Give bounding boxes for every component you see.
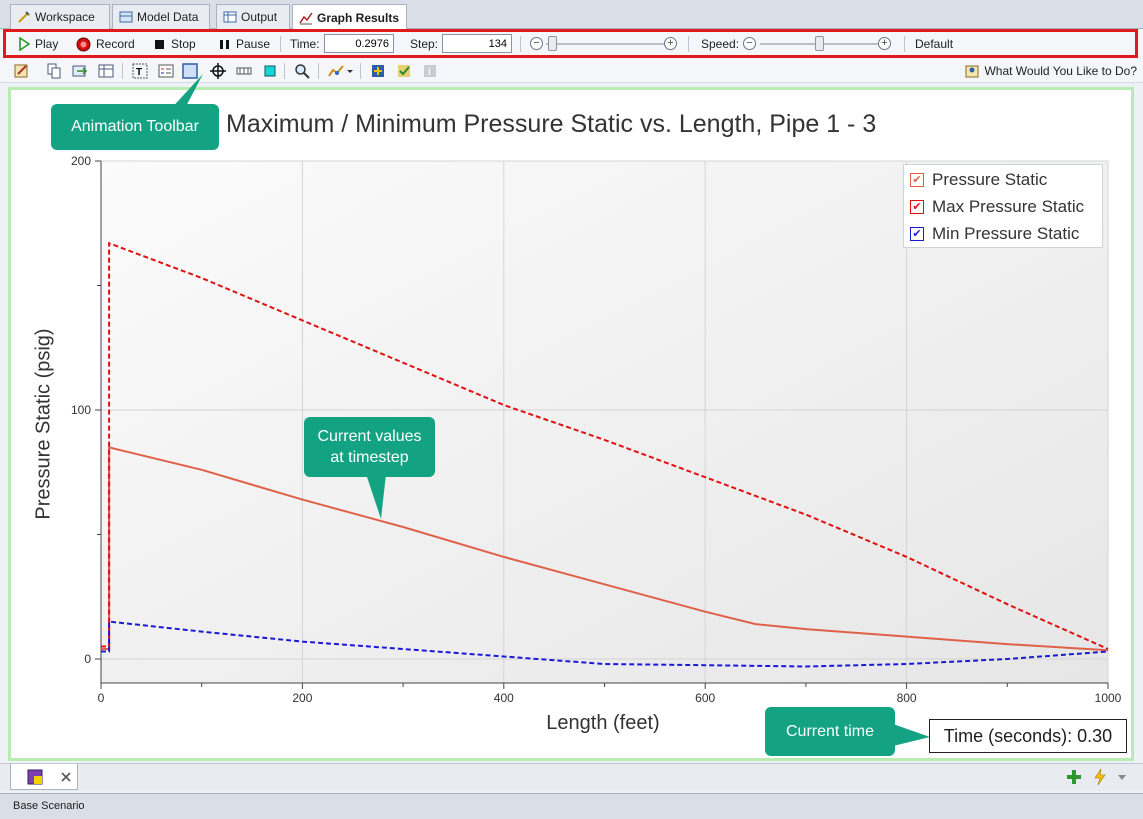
y-tick-label: 0 bbox=[84, 652, 91, 666]
time-readout: Time (seconds): 0.30 bbox=[929, 719, 1127, 753]
chart-legend: ✔ Pressure Static ✔ Max Pressure Static … bbox=[903, 164, 1103, 248]
checkbox-icon[interactable]: ✔ bbox=[910, 173, 924, 187]
checkbox-icon[interactable]: ✔ bbox=[910, 200, 924, 214]
y-tick-label: 100 bbox=[70, 403, 91, 417]
callout-animation-toolbar: Animation Toolbar bbox=[51, 104, 219, 150]
x-tick-label: 200 bbox=[292, 691, 313, 705]
legend-item-max-pressure-static[interactable]: ✔ Max Pressure Static bbox=[910, 197, 1084, 217]
y-tick-label: 200 bbox=[70, 154, 91, 168]
legend-item-min-pressure-static[interactable]: ✔ Min Pressure Static bbox=[910, 224, 1079, 244]
lightning-icon[interactable] bbox=[1092, 768, 1108, 786]
chevron-down-icon[interactable] bbox=[1117, 774, 1127, 782]
legend-item-pressure-static[interactable]: ✔ Pressure Static bbox=[910, 170, 1047, 190]
document-tabs bbox=[0, 763, 1143, 791]
graph-document-tab[interactable] bbox=[10, 764, 78, 790]
add-graph-icon[interactable] bbox=[1066, 769, 1082, 785]
close-icon[interactable] bbox=[61, 772, 71, 782]
scenario-name: Base Scenario bbox=[13, 800, 85, 812]
x-tick-label: 0 bbox=[97, 691, 105, 705]
graph-document-icon bbox=[27, 769, 43, 785]
x-axis-label: Length (feet) bbox=[546, 712, 660, 734]
x-tick-label: 600 bbox=[695, 691, 716, 705]
chart-title: Maximum / Minimum Pressure Static vs. Le… bbox=[226, 110, 877, 138]
callout-current-time: Current time bbox=[765, 707, 895, 756]
x-tick-label: 400 bbox=[493, 691, 514, 705]
x-tick-label: 1000 bbox=[1094, 691, 1122, 705]
status-bar: Base Scenario bbox=[0, 793, 1143, 819]
x-tick-label: 800 bbox=[896, 691, 917, 705]
callout-current-values: Current values at timestep bbox=[304, 417, 435, 477]
y-axis-label: Pressure Static (psig) bbox=[32, 328, 55, 520]
checkbox-icon[interactable]: ✔ bbox=[910, 227, 924, 241]
